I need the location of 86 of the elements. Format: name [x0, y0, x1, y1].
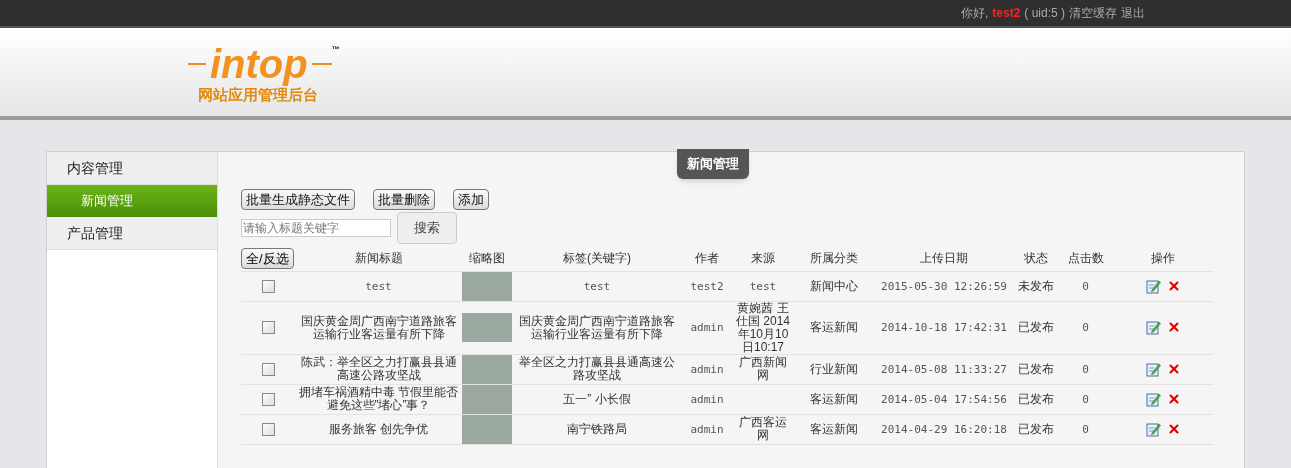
toolbar-button[interactable]: 批量删除 — [373, 188, 435, 210]
panel-title: 新闻管理 — [676, 149, 749, 179]
table-cell-text: 举全区之力打赢县县通高速公路攻坚战 — [518, 356, 676, 382]
table-cell-text: test2 — [689, 279, 725, 293]
delete-icon[interactable] — [1166, 320, 1181, 334]
table-cell-text: 2014-05-04 17:54:56 — [880, 392, 1008, 406]
table-cell-text: admin — [689, 422, 725, 436]
table-cell-text: 客运新闻 — [809, 422, 859, 436]
toolbar-button[interactable]: 批量生成静态文件 — [241, 188, 355, 210]
row-checkbox[interactable] — [262, 422, 275, 436]
table-cell-text: admin — [689, 321, 725, 334]
row-checkbox[interactable] — [262, 392, 275, 406]
photo-placeholder — [462, 313, 512, 342]
photo-placeholder — [462, 354, 512, 384]
sidebar-group[interactable]: 内容管理 — [47, 152, 217, 185]
search-field[interactable]: 请输入标题关键字 — [241, 218, 391, 237]
toolbar-button[interactable]: 添加 — [453, 188, 489, 210]
table-cell-text: 拥堵车祸酒精中毒 节假里能否避免这些”堵心”事？ — [297, 386, 460, 412]
table-cell-text: 客运新闻 — [809, 321, 859, 334]
row-checkbox[interactable] — [262, 279, 275, 293]
delete-icon[interactable] — [1166, 361, 1181, 376]
photo-placeholder — [462, 414, 512, 444]
logo-name: intop — [209, 44, 309, 84]
table-cell-text: 已发布 — [1016, 321, 1055, 334]
table-cell-text: 服务旅客 创先争优 — [327, 422, 430, 436]
sidebar-group[interactable]: 产品管理 — [47, 217, 217, 250]
photo-placeholder — [462, 271, 512, 301]
table-cell-text: 广西客运网 — [738, 416, 788, 442]
table-cell-text: 未发布 — [1016, 279, 1055, 293]
table-cell-text: 新闻中心 — [809, 279, 859, 293]
table-cell-text: 2014-10-18 17:42:31 — [880, 321, 1008, 334]
column-header: 作者 — [694, 250, 720, 267]
username: test2 — [992, 5, 1021, 22]
table-cell-text: test — [364, 279, 393, 293]
table-cell-text: admin — [689, 392, 725, 406]
table-cell-text: 广西新闻网 — [738, 356, 788, 382]
table-cell-text: admin — [689, 362, 725, 376]
table-cell-text: 五一” 小长假 — [562, 392, 632, 406]
top-link[interactable]: 清空缓存 — [1069, 4, 1117, 22]
table-cell-text: 南宁铁路局 — [566, 422, 628, 436]
table-cell-text: 行业新闻 — [809, 362, 859, 376]
row-checkbox[interactable] — [262, 321, 275, 334]
table-cell-text: 0 — [1081, 279, 1090, 293]
edit-icon[interactable] — [1145, 320, 1161, 335]
photo-placeholder — [462, 384, 512, 414]
delete-icon[interactable] — [1166, 278, 1181, 293]
column-header: 来源 — [750, 250, 776, 267]
edit-icon[interactable] — [1145, 421, 1161, 437]
column-header: 缩略图 — [468, 250, 506, 267]
table-cell-text: 0 — [1081, 321, 1090, 334]
column-header: 操作 — [1150, 250, 1176, 267]
edit-icon[interactable] — [1145, 278, 1161, 294]
table-cell-text: 2014-04-29 16:20:18 — [880, 422, 1008, 436]
table-cell-text: 国庆黄金周广西南宁道路旅客运输行业客运量有所下降 — [299, 314, 458, 341]
top-link[interactable]: 退出 — [1121, 4, 1145, 22]
table-cell-text: test — [748, 279, 778, 293]
table-cell-text: test — [582, 279, 612, 293]
table-cell-text: 0 — [1081, 362, 1090, 376]
table-cell-text: 黄婉茜 王仕国 2014年10月10日10:17 — [735, 301, 791, 354]
column-header: 所属分类 — [809, 250, 859, 267]
edit-icon[interactable] — [1145, 391, 1161, 407]
edit-icon[interactable] — [1145, 361, 1161, 377]
column-header: 新闻标题 — [353, 250, 404, 267]
delete-icon[interactable] — [1166, 391, 1181, 406]
logo-subtitle: 网站应用管理后台 — [197, 86, 319, 105]
table-cell-text: 国庆黄金周广西南宁道路旅客运输行业客运量有所下降 — [518, 314, 676, 341]
greeting-text: 你好, — [960, 5, 989, 22]
table-cell-text: 已发布 — [1016, 422, 1055, 436]
trademark: ™ — [331, 44, 340, 56]
column-header: 点击数 — [1066, 250, 1105, 267]
column-header: 上传日期 — [919, 250, 969, 267]
column-header: 状态 — [1022, 250, 1049, 267]
search-button[interactable]: 搜索 — [397, 211, 457, 244]
table-cell-text: 已发布 — [1016, 362, 1055, 376]
select-all-button[interactable]: 全/反选 — [241, 248, 294, 269]
table-cell-text: 0 — [1081, 422, 1090, 436]
table-cell-text: 已发布 — [1016, 392, 1055, 406]
table-cell-text: 0 — [1081, 392, 1090, 406]
table-cell-text: 2015-05-30 12:26:59 — [880, 279, 1008, 293]
table-cell-text: 客运新闻 — [809, 392, 859, 406]
column-header: 标签(关键字) — [562, 250, 632, 267]
table-cell-text: 2014-05-08 11:33:27 — [880, 362, 1008, 376]
uid-text: ( uid:5 ) — [1024, 5, 1065, 22]
table-cell-text: 陈武：举全区之力打赢县县通高速公路攻坚战 — [299, 356, 458, 382]
row-checkbox[interactable] — [262, 362, 275, 376]
delete-icon[interactable] — [1166, 421, 1181, 436]
